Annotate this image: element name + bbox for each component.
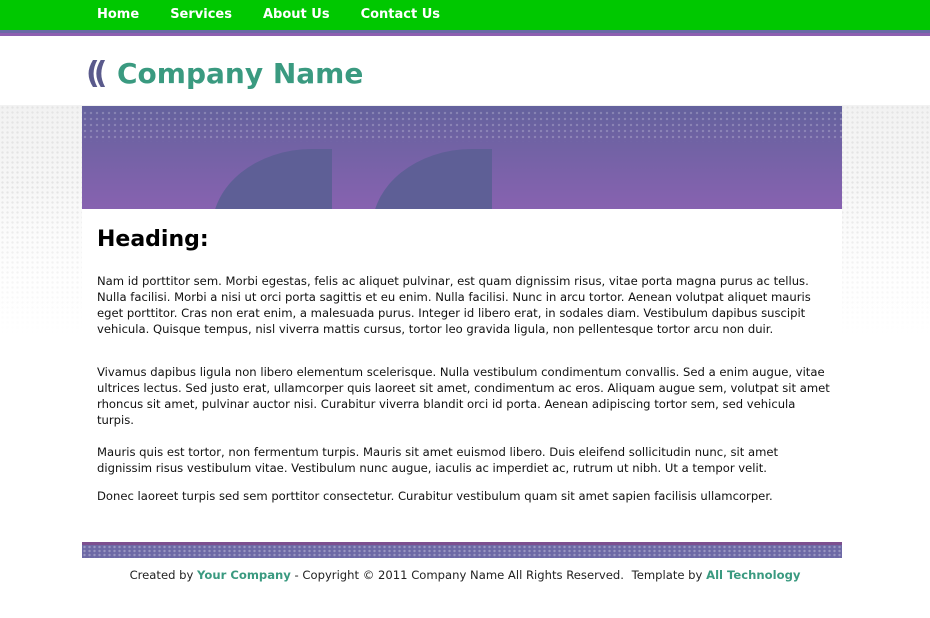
banner-quote-shape-right [372,149,492,209]
nav-item-about-us[interactable]: About Us [263,0,330,30]
nav-divider-stripe [0,30,930,36]
footer-bar [82,542,842,558]
content-paragraph-3: Mauris quis est tortor, non fermentum tu… [97,445,779,475]
footer-credits: Created by Your Company - Copyright © 20… [0,568,930,582]
content-paragraph-4: Donec laoreet turpis sed sem porttitor c… [97,489,773,503]
footer-copyright: - Copyright © 2011 Company Name All Righ… [294,568,624,582]
content-heading: Heading: [97,227,209,252]
nav-menu: Home Services About Us Contact Us [97,0,471,30]
header-banner [82,106,842,209]
nav-item-home[interactable]: Home [97,0,139,30]
banner-quote-shape-left [212,149,332,209]
logo-quote-icon: (( [86,56,108,91]
main-content: Heading: Nam id porttitor sem. Morbi ege… [82,209,842,542]
footer-created-by-label: Created by [129,568,194,582]
content-paragraph-2: Vivamus dapibus ligula non libero elemen… [97,365,830,427]
banner-dot-pattern [82,110,842,142]
nav-item-contact-us[interactable]: Contact Us [361,0,440,30]
top-navigation-bar: Home Services About Us Contact Us [0,0,930,30]
company-name-logo[interactable]: Company Name [117,57,363,90]
nav-item-services[interactable]: Services [170,0,232,30]
footer-template-by-label: Template by [631,568,703,582]
footer-author-link[interactable]: Your Company [197,568,291,582]
content-paragraph-1: Nam id porttitor sem. Morbi egestas, fel… [97,274,811,336]
footer-template-link[interactable]: All Technology [706,568,800,582]
